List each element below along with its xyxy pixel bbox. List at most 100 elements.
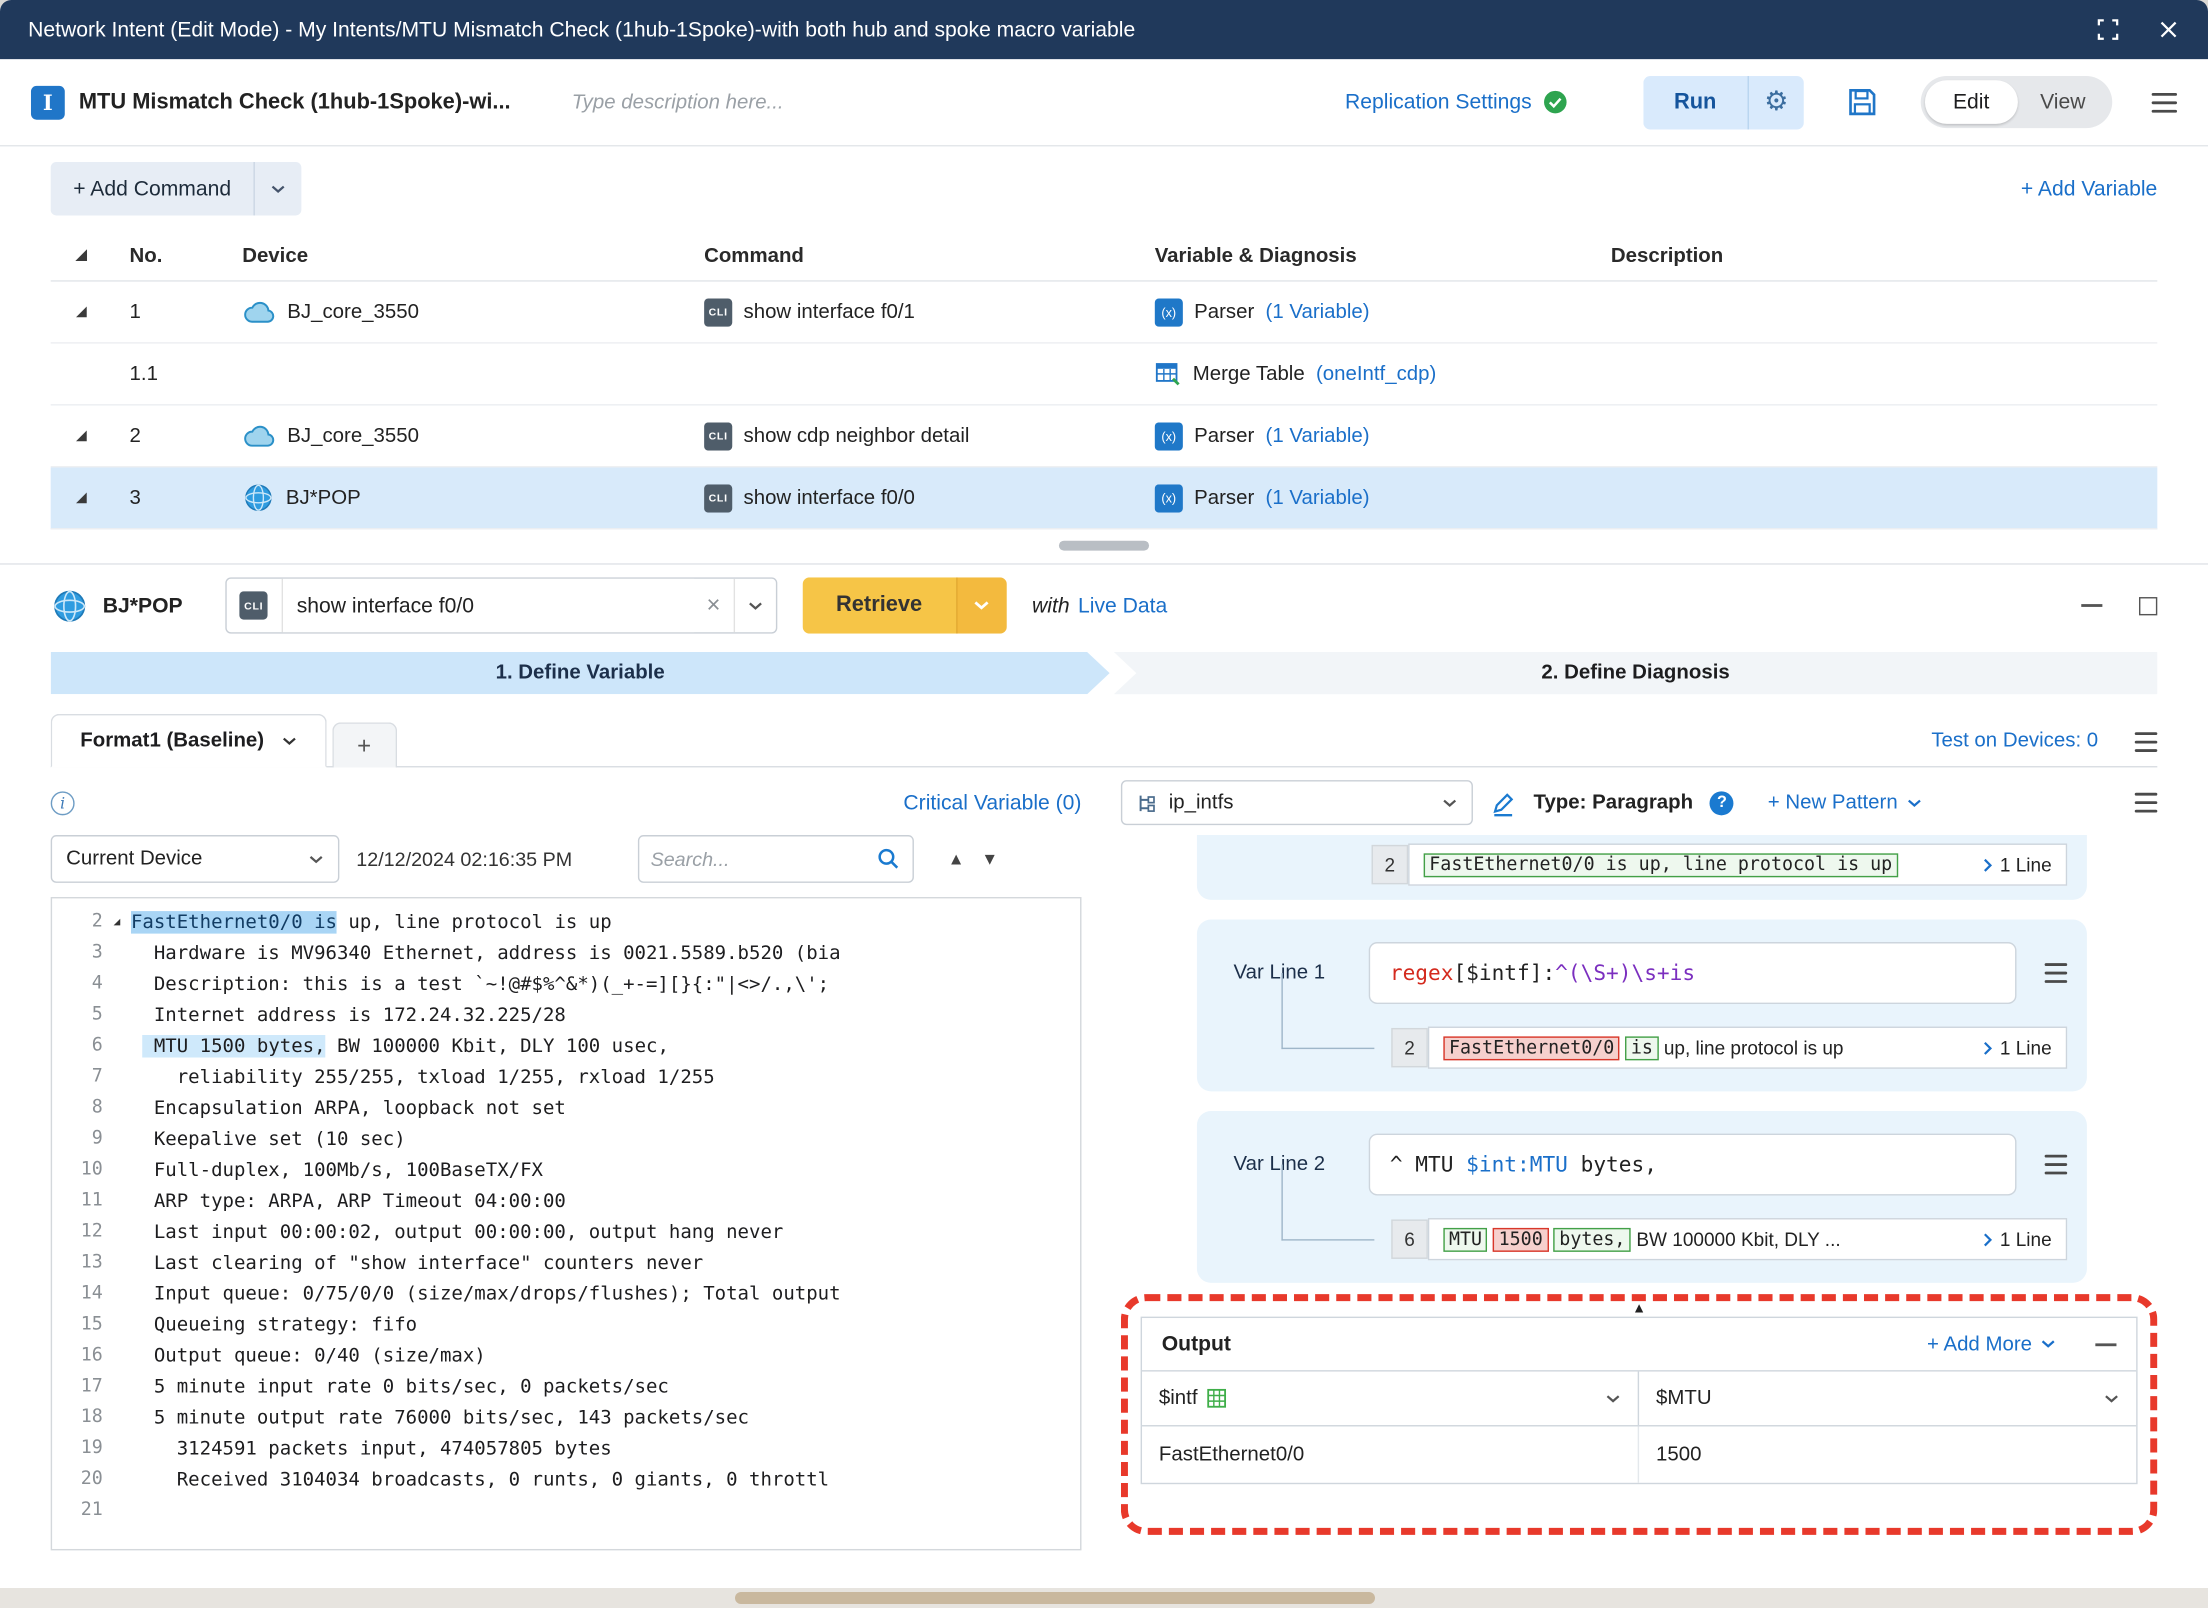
sample-line-number: 2 bbox=[1391, 1028, 1428, 1067]
view-toggle[interactable]: View bbox=[2018, 80, 2108, 124]
variable-select[interactable]: ip_intfs bbox=[1121, 780, 1473, 825]
row-expand-icon[interactable]: ◢ bbox=[76, 490, 130, 505]
edit-toggle[interactable]: Edit bbox=[1925, 80, 2018, 124]
run-button[interactable]: Run bbox=[1643, 75, 1747, 129]
search-icon[interactable] bbox=[876, 846, 901, 871]
pattern-menu-icon[interactable] bbox=[2135, 793, 2158, 813]
cli-icon: CLI bbox=[704, 484, 732, 512]
command-dropdown-chevron-icon[interactable] bbox=[733, 579, 775, 633]
maximize-window-icon[interactable] bbox=[2095, 17, 2120, 42]
output-header: Output + Add More bbox=[1142, 1318, 2136, 1372]
retrieve-button[interactable]: Retrieve bbox=[802, 577, 956, 633]
parser-variable-link[interactable]: (1 Variable) bbox=[1266, 487, 1370, 510]
var-line-2-menu-icon[interactable] bbox=[2045, 1155, 2068, 1175]
help-icon[interactable]: ? bbox=[1710, 791, 1734, 815]
row-expand-icon[interactable]: ◢ bbox=[76, 304, 130, 319]
one-line-link[interactable]: 1 Line bbox=[1972, 1229, 2052, 1250]
parser-variable-link[interactable]: (1 Variable) bbox=[1266, 425, 1370, 448]
output-column-intf[interactable]: $intf bbox=[1142, 1372, 1639, 1426]
var-line-1-menu-icon[interactable] bbox=[2045, 963, 2068, 983]
search-input[interactable] bbox=[651, 848, 876, 871]
one-line-link[interactable]: 1 Line bbox=[1972, 1037, 2052, 1058]
format-menu-icon[interactable] bbox=[2135, 732, 2158, 752]
row-expand-icon[interactable]: ◢ bbox=[76, 428, 130, 443]
add-command-button[interactable]: + Add Command bbox=[51, 162, 302, 216]
add-more-link[interactable]: + Add More bbox=[1927, 1333, 2056, 1356]
device-source-select[interactable]: Current Device bbox=[51, 835, 340, 883]
table-row-1[interactable]: ◢ 1 BJ_core_3550 CLI show interface f0/1… bbox=[51, 282, 2158, 344]
merge-table-link[interactable]: (oneIntf_cdp) bbox=[1316, 363, 1436, 386]
output-section: ▲ Output + Add More $intf bbox=[1121, 1294, 2157, 1535]
parser-icon: (x) bbox=[1155, 422, 1183, 450]
test-on-devices-link[interactable]: Test on Devices: 0 bbox=[1931, 729, 2098, 752]
parser-variable-link[interactable]: (1 Variable) bbox=[1266, 301, 1370, 324]
cli-icon: CLI bbox=[704, 298, 732, 326]
globe-device-icon bbox=[51, 586, 89, 624]
minimize-output-icon[interactable] bbox=[2095, 1343, 2116, 1346]
code-line: 17 5 minute input rate 0 bits/sec, 0 pac… bbox=[52, 1372, 1080, 1403]
code-line: 4 Description: this is a test `~!@#$%^&*… bbox=[52, 969, 1080, 1000]
info-icon[interactable]: i bbox=[51, 791, 75, 815]
edit-variable-pencil-icon[interactable] bbox=[1490, 789, 1517, 816]
output-column-mtu[interactable]: $MTU bbox=[1639, 1372, 2136, 1426]
pattern-panel-header: ip_intfs Type: Paragraph ? + New Pattern bbox=[1121, 779, 2157, 827]
minimize-pane-icon[interactable] bbox=[2081, 604, 2102, 607]
type-label: Type: Paragraph bbox=[1533, 791, 1693, 814]
code-line: 15 Queueing strategy: fifo bbox=[52, 1310, 1080, 1341]
step-define-variable[interactable]: 1. Define Variable bbox=[51, 652, 1110, 694]
network-intent-window: Network Intent (Edit Mode) - My Intents/… bbox=[0, 0, 2208, 1588]
collapse-output-icon[interactable]: ▲ bbox=[1632, 1301, 1646, 1316]
expand-all-icon[interactable]: ◢ bbox=[76, 248, 130, 263]
description-input[interactable] bbox=[572, 91, 924, 114]
header-actions: Replication Settings Run ⚙ Edit View bbox=[1345, 75, 2177, 129]
var-line-2-card: Var Line 2 ^ MTU $int:MTU bytes, 6 MTU 1… bbox=[1197, 1111, 2087, 1283]
step-define-diagnosis[interactable]: 2. Define Diagnosis bbox=[1114, 652, 2157, 694]
chevron-right-icon bbox=[1983, 857, 1993, 872]
row-command-cell: CLI show interface f0/0 bbox=[704, 484, 1155, 512]
save-icon[interactable] bbox=[1846, 86, 1878, 118]
var-line-2-regex-input[interactable]: ^ MTU $int:MTU bytes, bbox=[1369, 1134, 2017, 1196]
maximize-pane-icon[interactable] bbox=[2139, 596, 2157, 614]
sample-panel-controls: Current Device 12/12/2024 02:16:35 PM ▲ … bbox=[51, 827, 1082, 892]
command-input[interactable] bbox=[283, 579, 694, 633]
code-line: 9 Keepalive set (10 sec) bbox=[52, 1124, 1080, 1155]
row-diagnosis-cell: (x) Parser (1 Variable) bbox=[1155, 484, 1611, 512]
output-data-row[interactable]: FastEthernet0/0 1500 bbox=[1142, 1426, 2136, 1482]
code-line: 18 5 minute output rate 76000 bits/sec, … bbox=[52, 1403, 1080, 1434]
var-line-1-regex-input[interactable]: regex[$intf]:^(\S+)\s+is bbox=[1369, 942, 2017, 1004]
command-input-group: CLI × bbox=[225, 577, 777, 633]
close-window-icon[interactable] bbox=[2157, 18, 2180, 41]
row-diagnosis-cell: Merge Table (oneIntf_cdp) bbox=[1155, 360, 1611, 387]
critical-variable-link[interactable]: Critical Variable (0) bbox=[903, 791, 1081, 815]
row-no: 3 bbox=[130, 487, 243, 510]
replication-settings-link[interactable]: Replication Settings bbox=[1345, 90, 1532, 114]
live-data-link[interactable]: Live Data bbox=[1078, 594, 1167, 618]
clear-input-icon[interactable]: × bbox=[694, 579, 733, 633]
desktop: Network Intent (Edit Mode) - My Intents/… bbox=[0, 0, 2208, 1608]
sample-panel-header: i Critical Variable (0) bbox=[51, 779, 1082, 827]
add-format-tab[interactable]: + bbox=[332, 722, 397, 767]
row-device-cell: BJ_core_3550 bbox=[242, 425, 704, 448]
search-prev-icon[interactable]: ▲ bbox=[948, 849, 965, 869]
header-menu-icon[interactable] bbox=[2152, 92, 2177, 112]
table-row-3-selected[interactable]: ◢ 3 BJ*POP CLI show interface f0/0 (x) P… bbox=[51, 468, 2158, 530]
table-row-2[interactable]: ◢ 2 BJ_core_3550 CLI show cdp neighbor d… bbox=[51, 406, 2158, 468]
search-next-icon[interactable]: ▼ bbox=[981, 849, 998, 869]
tab-format1-baseline[interactable]: Format1 (Baseline) bbox=[51, 714, 326, 768]
one-line-link[interactable]: 1 Line bbox=[1972, 854, 2052, 875]
code-editor[interactable]: 2◢FastEthernet0/0 is up, line protocol i… bbox=[51, 897, 1082, 1550]
retrieve-dropdown-chevron-icon[interactable] bbox=[956, 577, 1007, 633]
run-settings-gear-icon[interactable]: ⚙ bbox=[1747, 75, 1803, 129]
scrollbar-thumb[interactable] bbox=[1059, 541, 1149, 551]
row-diagnosis-cell: (x) Parser (1 Variable) bbox=[1155, 422, 1611, 450]
add-variable-link[interactable]: + Add Variable bbox=[2021, 177, 2157, 201]
sample-line-row: 2 FastEthernet0/0 is up, line protocol i… bbox=[1217, 843, 2068, 885]
sample-line-row: 6 MTU 1500 bytes, BW 100000 Kbit, DLY ..… bbox=[1217, 1218, 2068, 1260]
parser-icon: (x) bbox=[1155, 298, 1183, 326]
table-horizontal-scrollbar bbox=[0, 529, 2208, 563]
search-box bbox=[638, 835, 914, 883]
table-row-1-1[interactable]: 1.1 Merge Table (oneIntf_cdp) bbox=[51, 344, 2158, 406]
add-command-chevron-icon[interactable] bbox=[254, 162, 302, 216]
new-pattern-link[interactable]: + New Pattern bbox=[1768, 791, 1922, 814]
sample-text-box: FastEthernet0/0 is up, line protocol is … bbox=[1408, 843, 2067, 885]
